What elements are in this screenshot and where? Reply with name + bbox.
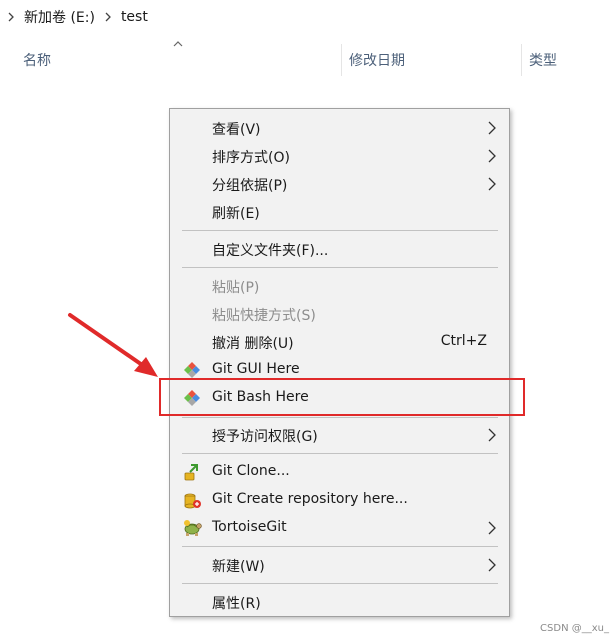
menu-item-paste: 粘贴(P) xyxy=(170,273,509,299)
tortoisegit-clone-icon xyxy=(184,464,198,481)
menu-item-label: 授予访问权限(G) xyxy=(212,429,318,445)
menu-separator xyxy=(182,267,498,268)
submenu-arrow-icon xyxy=(488,521,496,535)
menu-item-label: 分组依据(P) xyxy=(212,178,288,194)
menu-item-label: 属性(R) xyxy=(212,596,261,612)
menu-item-view[interactable]: 查看(V) xyxy=(170,115,509,141)
chevron-right-icon[interactable] xyxy=(101,10,115,24)
menu-item-label: Git GUI Here xyxy=(212,361,300,377)
menu-item-sort-by[interactable]: 排序方式(O) xyxy=(170,143,509,169)
menu-separator xyxy=(182,546,498,547)
menu-item-label: Git Clone... xyxy=(212,463,290,479)
menu-item-label: 撤消 删除(U) xyxy=(212,336,294,352)
explorer-window: 新加卷 (E:) test 名称 修改日期 类型 查看(V) 排序方式(O) 分… xyxy=(0,0,615,642)
context-menu: 查看(V) 排序方式(O) 分组依据(P) 刷新(E) 自定义文件夹(F)...… xyxy=(169,108,510,617)
menu-item-new[interactable]: 新建(W) xyxy=(170,552,509,578)
menu-item-label: 粘贴快捷方式(S) xyxy=(212,308,316,324)
annotation-highlight-box xyxy=(159,378,525,416)
menu-item-undo-delete[interactable]: 撤消 删除(U) Ctrl+Z xyxy=(170,329,509,355)
column-divider[interactable] xyxy=(521,44,522,76)
menu-item-grant-access[interactable]: 授予访问权限(G) xyxy=(170,422,509,448)
menu-separator xyxy=(182,583,498,584)
menu-separator xyxy=(182,453,498,454)
menu-item-label: 排序方式(O) xyxy=(212,150,290,166)
column-divider[interactable] xyxy=(341,44,342,76)
menu-item-git-clone[interactable]: Git Clone... xyxy=(170,459,509,485)
menu-item-customize-folder[interactable]: 自定义文件夹(F)... xyxy=(170,236,509,262)
menu-item-paste-shortcut: 粘贴快捷方式(S) xyxy=(170,301,509,327)
menu-item-shortcut: Ctrl+Z xyxy=(440,333,487,349)
menu-separator xyxy=(182,230,498,231)
menu-item-label: 自定义文件夹(F)... xyxy=(212,243,329,259)
submenu-arrow-icon xyxy=(488,149,496,163)
tortoisegit-create-repo-icon xyxy=(184,493,201,509)
git-diamond-icon xyxy=(184,362,200,378)
breadcrumb-item-folder[interactable]: test xyxy=(119,9,150,25)
column-header-type[interactable]: 类型 xyxy=(529,50,557,72)
menu-item-properties[interactable]: 属性(R) xyxy=(170,589,509,615)
menu-separator xyxy=(182,417,498,418)
chevron-right-icon[interactable] xyxy=(4,10,18,24)
submenu-arrow-icon xyxy=(488,558,496,572)
submenu-arrow-icon xyxy=(488,428,496,442)
column-header-modified[interactable]: 修改日期 xyxy=(349,50,405,72)
menu-item-label: 粘贴(P) xyxy=(212,280,260,296)
annotation-arrow-icon xyxy=(68,313,158,377)
watermark: CSDN @__xu_ xyxy=(540,623,609,634)
submenu-arrow-icon xyxy=(488,121,496,135)
menu-item-label: Git Create repository here... xyxy=(212,491,408,507)
column-header-name[interactable]: 名称 xyxy=(23,50,51,72)
menu-item-label: 刷新(E) xyxy=(212,206,260,222)
menu-item-label: 查看(V) xyxy=(212,122,261,138)
menu-item-group-by[interactable]: 分组依据(P) xyxy=(170,171,509,197)
menu-item-refresh[interactable]: 刷新(E) xyxy=(170,199,509,225)
breadcrumb-item-drive[interactable]: 新加卷 (E:) xyxy=(22,7,97,27)
menu-item-git-create-repository[interactable]: Git Create repository here... xyxy=(170,487,509,513)
submenu-arrow-icon xyxy=(488,177,496,191)
sort-ascending-icon xyxy=(173,41,183,47)
menu-item-tortoisegit[interactable]: TortoiseGit xyxy=(170,515,509,541)
menu-item-label: TortoiseGit xyxy=(212,519,287,535)
breadcrumb: 新加卷 (E:) test xyxy=(0,4,150,30)
menu-item-label: 新建(W) xyxy=(212,559,265,575)
tortoisegit-icon xyxy=(184,520,202,536)
